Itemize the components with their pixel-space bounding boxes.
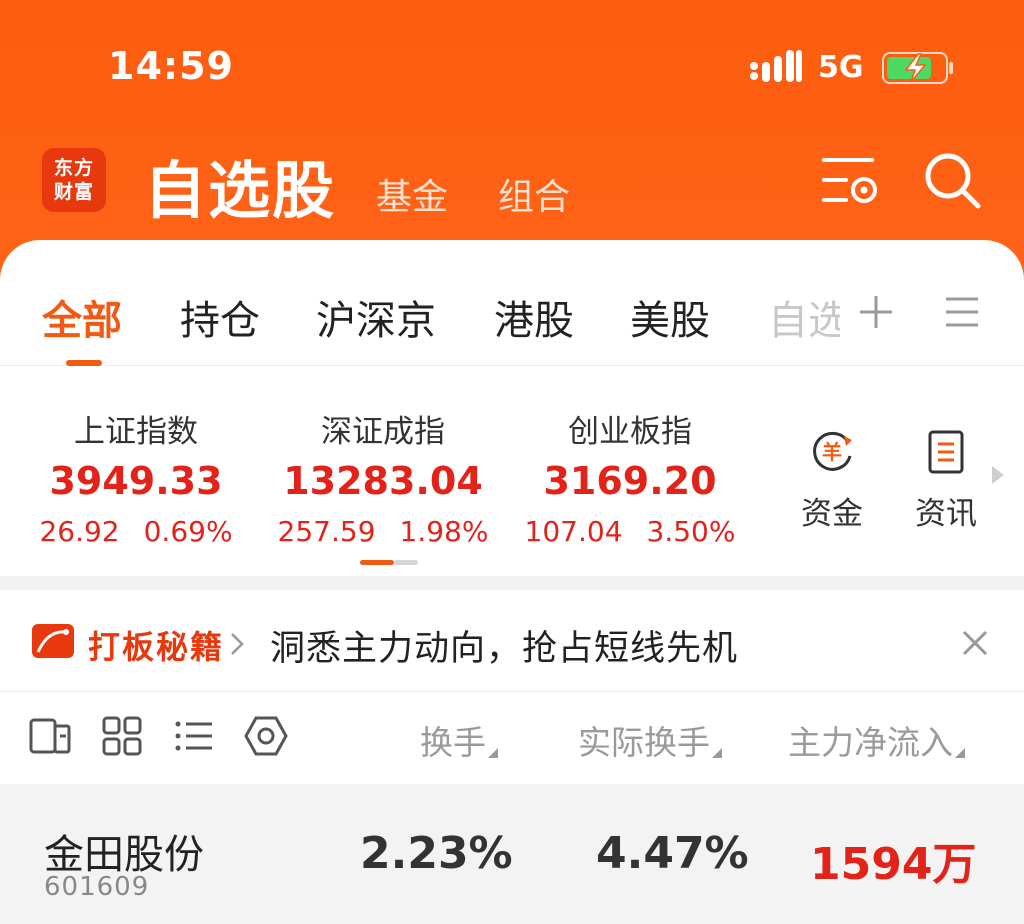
fund-flow-button[interactable]: 羊 资金 (792, 428, 872, 533)
index-value: 3949.33 (49, 459, 223, 503)
page-title[interactable]: 自选股 (144, 140, 336, 230)
sort-indicator-icon (955, 748, 965, 758)
grid-view-icon[interactable] (100, 714, 144, 758)
index-card-chinext[interactable]: 创业板指 3169.20 107.04 3.50% (522, 406, 738, 548)
fund-flow-label: 资金 (801, 496, 863, 532)
document-icon (928, 430, 964, 474)
add-group-icon[interactable] (858, 294, 894, 330)
network-type: 5G (818, 50, 864, 85)
sort-indicator-icon (488, 748, 498, 758)
column-header-real-turnover[interactable]: 实际换手 (578, 716, 722, 764)
scroll-right-icon[interactable] (990, 464, 1006, 486)
promo-banner[interactable]: 打板秘籍 洞悉主力动向，抢占短线先机 (0, 590, 1024, 692)
column-header-label: 主力净流入 (788, 723, 953, 762)
index-name: 创业板指 (568, 414, 692, 450)
index-value: 3169.20 (543, 459, 717, 503)
tab-hk[interactable]: 港股 (494, 288, 574, 346)
yuan-flow-icon: 羊 (813, 431, 852, 471)
column-header-turnover[interactable]: 换手 (420, 716, 498, 764)
status-time: 14:59 (108, 44, 234, 88)
logo-line1: 东方 (53, 157, 94, 179)
app-logo[interactable]: 东方 财富 (42, 148, 106, 212)
column-header-net-inflow[interactable]: 主力净流入 (788, 716, 965, 764)
list-view-icon[interactable] (172, 714, 216, 758)
index-value: 13283.04 (283, 459, 483, 503)
promo-text: 洞悉主力动向，抢占短线先机 (270, 629, 739, 669)
layout-switch-icon[interactable] (28, 714, 72, 758)
header-tab-fund[interactable]: 基金 (376, 168, 448, 220)
signal-icon (750, 50, 802, 82)
logo-line2: 财富 (53, 181, 94, 203)
index-change-pct: 3.50% (646, 515, 736, 548)
settings-icon[interactable] (244, 714, 288, 758)
carousel-indicator (360, 560, 418, 565)
tab-us[interactable]: 美股 (630, 288, 710, 346)
index-card-szse[interactable]: 深证成指 13283.04 257.59 1.98% (276, 406, 490, 548)
real-turnover-value: 4.47% (596, 828, 749, 879)
news-label: 资讯 (915, 496, 977, 532)
group-tab-bar: 全部 持仓 沪深京 港股 美股 自选 (0, 240, 1024, 366)
tab-all[interactable]: 全部 (42, 288, 122, 346)
table-row[interactable]: 金田股份 601609 2.23% 4.47% 1594万 (0, 784, 1024, 924)
column-header-label: 实际换手 (578, 723, 710, 762)
promo-brand: 打板秘籍 (88, 628, 225, 666)
index-change: 107.04 3.50% (522, 515, 738, 548)
index-change-points: 107.04 (524, 515, 623, 548)
market-indices: 上证指数 3949.33 26.92 0.69% 深证成指 13283.04 25… (0, 366, 1024, 576)
index-change-points: 257.59 (277, 515, 376, 548)
news-button[interactable]: 资讯 (906, 428, 986, 533)
index-change-pct: 0.69% (143, 515, 233, 548)
list-settings-icon[interactable] (822, 152, 882, 208)
close-icon[interactable] (962, 630, 988, 656)
index-change: 257.59 1.98% (276, 515, 490, 548)
header-tab-portfolio[interactable]: 组合 (498, 168, 570, 220)
column-header-label: 换手 (420, 723, 486, 762)
menu-icon[interactable] (944, 296, 980, 328)
tab-custom[interactable]: 自选 (768, 288, 840, 346)
index-name: 深证成指 (321, 414, 445, 450)
section-divider (0, 576, 1024, 590)
index-card-sse[interactable]: 上证指数 3949.33 26.92 0.69% (36, 406, 236, 548)
tab-holdings[interactable]: 持仓 (180, 288, 260, 346)
index-name: 上证指数 (74, 414, 198, 450)
sort-indicator-icon (712, 748, 722, 758)
index-change-pct: 1.98% (399, 515, 489, 548)
search-icon[interactable] (922, 150, 982, 210)
index-change-points: 26.92 (39, 515, 120, 548)
carousel-dot-active (360, 560, 394, 565)
index-change: 26.92 0.69% (36, 515, 236, 548)
tab-shsz-bj[interactable]: 沪深京 (316, 288, 436, 346)
stock-code: 601609 (44, 872, 150, 902)
watchlist-card: 全部 持仓 沪深京 港股 美股 自选 上证指数 3949.33 26.92 0.6… (0, 240, 1024, 924)
turnover-value: 2.23% (360, 828, 513, 879)
battery-icon (882, 52, 953, 84)
carousel-dot (394, 560, 418, 565)
yuan-glyph: 羊 (822, 440, 842, 464)
chevron-right-icon (231, 633, 244, 655)
list-toolbar: 换手 实际换手 主力净流入 (0, 692, 1024, 784)
promo-chart-icon (32, 624, 74, 658)
net-inflow-value: 1594万 (810, 839, 977, 890)
